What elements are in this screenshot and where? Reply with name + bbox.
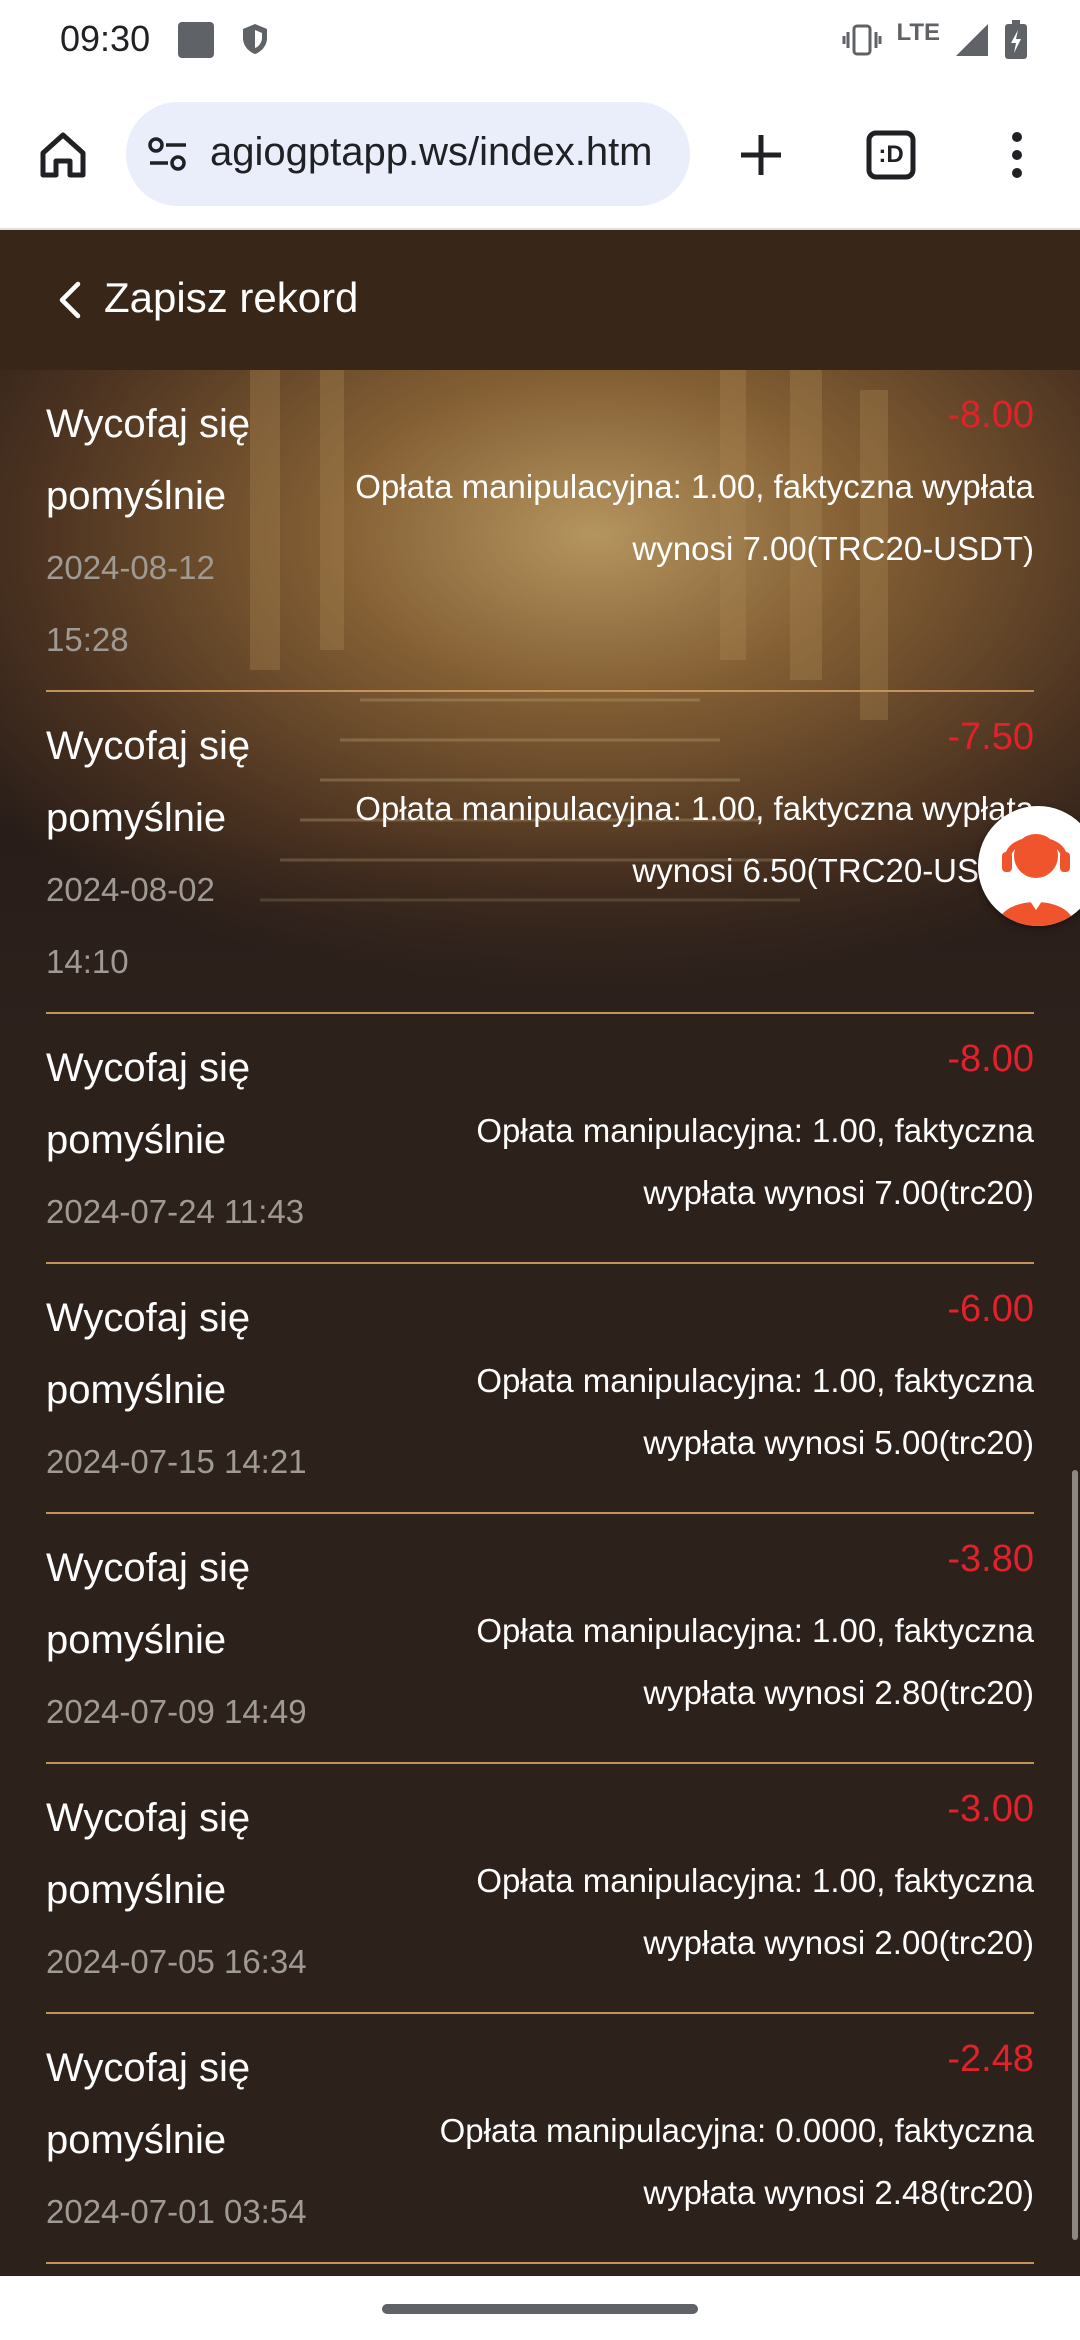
record-item[interactable]: Wycofaj się pomyślnie 2024-08-12 15:28 -…	[46, 370, 1034, 692]
record-description: Opłata manipulacyjna: 1.00, faktyczna wy…	[476, 1612, 1034, 1711]
record-item[interactable]: Wycofaj się pomyślnie 2024-07-01 03:54 -…	[46, 2014, 1034, 2264]
status-time: 09:30	[60, 18, 151, 59]
record-description: Opłata manipulacyjna: 1.00, faktyczna wy…	[476, 1362, 1034, 1461]
tab-count: :D	[878, 141, 904, 168]
record-amount: -2.48	[947, 2038, 1034, 2080]
record-date: 2024-08-12 15:28	[46, 549, 215, 658]
record-description: Opłata manipulacyjna: 1.00, faktyczna wy…	[476, 1862, 1034, 1961]
status-bar: 09:30 LTE	[0, 0, 1080, 80]
home-icon	[40, 132, 86, 178]
record-item[interactable]: Wycofaj się pomyślnie 2024-07-24 11:43 -…	[46, 1014, 1034, 1264]
network-type: LTE	[896, 19, 940, 46]
browser-toolbar: agiogptapp.ws/index.htm :D	[0, 80, 1080, 230]
battery-charging-icon	[1005, 20, 1027, 59]
status-icons: LTE	[842, 19, 1028, 60]
page-title: Zapisz rekord	[104, 274, 359, 321]
record-amount: -3.80	[947, 1538, 1034, 1580]
records-list: Wycofaj się pomyślnie 2024-08-12 15:28 -…	[0, 370, 1080, 2264]
record-item[interactable]: Wycofaj się pomyślnie 2024-07-15 14:21 -…	[46, 1264, 1034, 1514]
app-header: Zapisz rekord	[0, 230, 1080, 370]
navigation-gesture-area	[0, 2276, 1080, 2340]
record-title: Wycofaj się pomyślnie	[46, 2046, 251, 2162]
record-description: Opłata manipulacyjna: 1.00, faktyczna wy…	[355, 468, 1034, 567]
site-settings-icon	[148, 137, 186, 171]
record-amount: -3.00	[947, 1788, 1034, 1830]
record-title: Wycofaj się pomyślnie	[46, 1546, 251, 1662]
record-item[interactable]: Wycofaj się pomyślnie 2024-08-02 14:10 -…	[46, 692, 1034, 1014]
scrollbar[interactable]	[1072, 1470, 1078, 2240]
record-date: 2024-08-02 14:10	[46, 871, 215, 980]
record-date: 2024-07-24 11:43	[46, 1193, 305, 1230]
gesture-handle[interactable]	[382, 2304, 698, 2314]
record-title: Wycofaj się pomyślnie	[46, 1046, 251, 1162]
record-date: 2024-07-01 03:54	[46, 2193, 307, 2230]
record-title: Wycofaj się pomyślnie	[46, 402, 251, 518]
url-text: agiogptapp.ws/index.htm	[210, 130, 653, 174]
record-date: 2024-07-05 16:34	[46, 1943, 307, 1980]
shield-icon	[243, 24, 267, 54]
notification-square-icon	[178, 22, 214, 58]
url-bar[interactable]: agiogptapp.ws/index.htm	[126, 102, 690, 206]
record-amount: -6.00	[947, 1288, 1034, 1330]
record-amount: -8.00	[947, 394, 1034, 436]
more-vert-icon	[1012, 132, 1022, 178]
record-date: 2024-07-15 14:21	[46, 1443, 307, 1480]
menu-button[interactable]	[972, 110, 1062, 200]
back-arrow-icon[interactable]	[50, 278, 90, 322]
record-item[interactable]: Wycofaj się pomyślnie 2024-07-09 14:49 -…	[46, 1514, 1034, 1764]
record-title: Wycofaj się pomyślnie	[46, 1796, 251, 1912]
record-description: Opłata manipulacyjna: 1.00, faktyczna wy…	[355, 790, 1034, 889]
new-tab-button[interactable]	[716, 110, 806, 200]
record-date: 2024-07-09 14:49	[46, 1693, 307, 1730]
record-description: Opłata manipulacyjna: 1.00, faktyczna wy…	[476, 1112, 1034, 1211]
signal-icon	[956, 24, 988, 56]
tab-switcher-button[interactable]: :D	[846, 110, 936, 200]
record-amount: -7.50	[947, 716, 1034, 758]
record-title: Wycofaj się pomyślnie	[46, 724, 251, 840]
record-description: Opłata manipulacyjna: 0.0000, faktyczna …	[439, 2112, 1034, 2211]
records-content[interactable]: Wycofaj się pomyślnie 2024-08-12 15:28 -…	[0, 370, 1080, 2276]
record-title: Wycofaj się pomyślnie	[46, 1296, 251, 1412]
new-tab-plus-icon	[741, 135, 781, 175]
record-amount: -8.00	[947, 1038, 1034, 1080]
record-item[interactable]: Wycofaj się pomyślnie 2024-07-05 16:34 -…	[46, 1764, 1034, 2014]
home-button[interactable]	[18, 110, 108, 200]
vibrate-icon	[842, 24, 882, 56]
